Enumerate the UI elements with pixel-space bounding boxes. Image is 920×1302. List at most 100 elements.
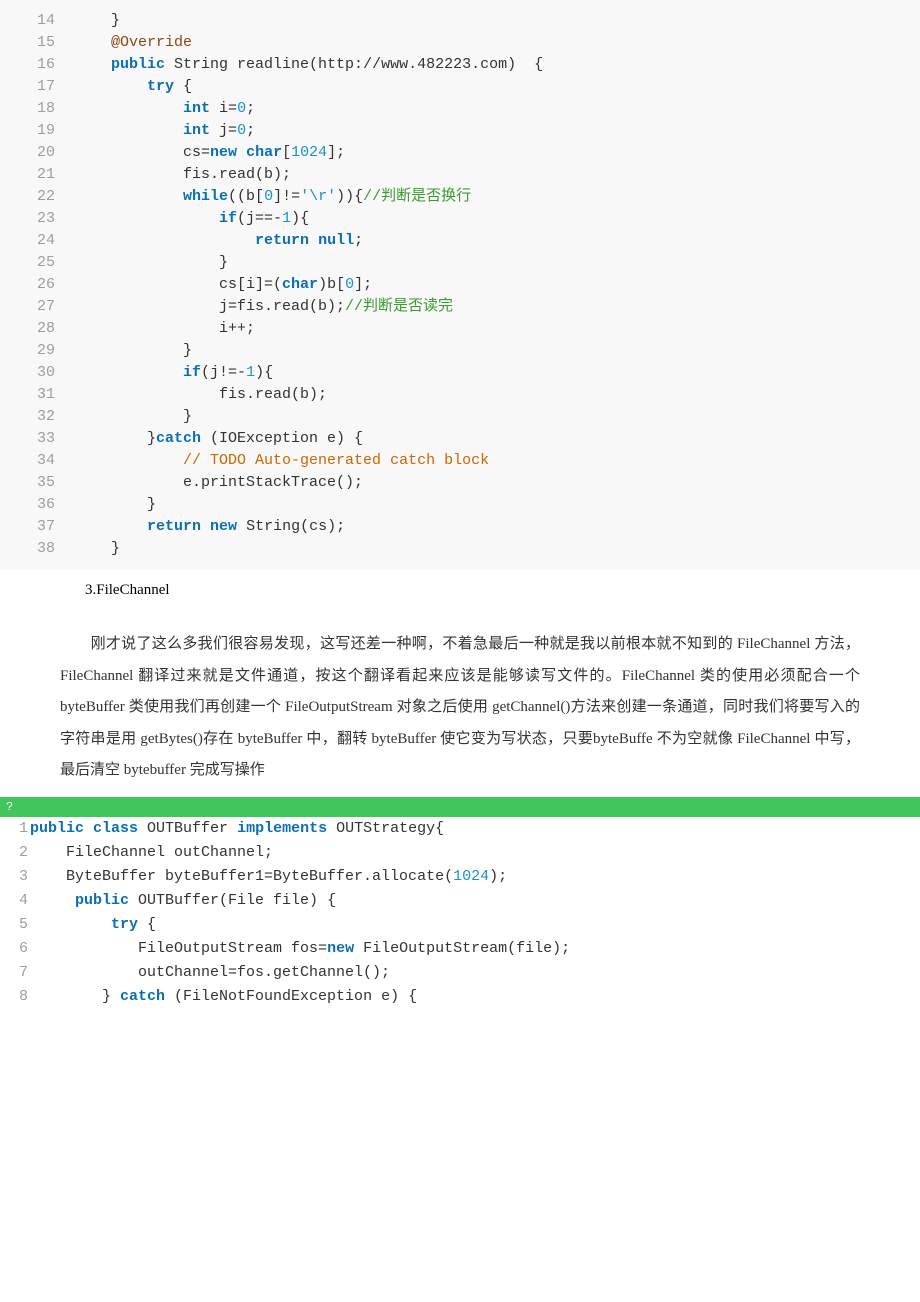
line-number: 23: [0, 208, 75, 230]
line-number: 2: [0, 841, 30, 865]
line-number: 18: [0, 98, 75, 120]
line-number: 33: [0, 428, 75, 450]
code-line: 20 cs=new char[1024];: [0, 142, 920, 164]
line-number: 35: [0, 472, 75, 494]
code-line: 1public class OUTBuffer implements OUTSt…: [0, 817, 920, 841]
code-line: 19 int j=0;: [0, 120, 920, 142]
code-line: 23 if(j==-1){: [0, 208, 920, 230]
line-number: 6: [0, 937, 30, 961]
code-content: try {: [75, 76, 920, 98]
green-separator: ?: [0, 797, 920, 817]
line-number: 4: [0, 889, 30, 913]
code-line: 35 e.printStackTrace();: [0, 472, 920, 494]
line-number: 31: [0, 384, 75, 406]
code-content: outChannel=fos.getChannel();: [30, 961, 920, 985]
code-line: 3 ByteBuffer byteBuffer1=ByteBuffer.allo…: [0, 865, 920, 889]
line-number: 36: [0, 494, 75, 516]
code-content: public class OUTBuffer implements OUTStr…: [30, 817, 920, 841]
code-content: cs=new char[1024];: [75, 142, 920, 164]
code-content: int j=0;: [75, 120, 920, 142]
code-line: 30 if(j!=-1){: [0, 362, 920, 384]
code-content: FileChannel outChannel;: [30, 841, 920, 865]
body-text: 刚才说了这么多我们很容易发现，这写还差一种啊，不着急最后一种就是我以前根本就不知…: [0, 609, 920, 797]
code-content: }: [75, 252, 920, 274]
line-number: 3: [0, 865, 30, 889]
code-content: } catch (FileNotFoundException e) {: [30, 985, 920, 1009]
code-line: 2 FileChannel outChannel;: [0, 841, 920, 865]
code-line: 28 i++;: [0, 318, 920, 340]
code-content: try {: [30, 913, 920, 937]
code-content: i++;: [75, 318, 920, 340]
code-line: 26 cs[i]=(char)b[0];: [0, 274, 920, 296]
line-number: 37: [0, 516, 75, 538]
code-line: 22 while((b[0]!='\r')){//判断是否换行: [0, 186, 920, 208]
code-content: fis.read(b);: [75, 384, 920, 406]
line-number: 29: [0, 340, 75, 362]
line-number: 26: [0, 274, 75, 296]
code-line: 16 public String readline(http://www.482…: [0, 54, 920, 76]
code-line: 5 try {: [0, 913, 920, 937]
line-number: 21: [0, 164, 75, 186]
code-line: 4 public OUTBuffer(File file) {: [0, 889, 920, 913]
code-line: 8 } catch (FileNotFoundException e) {: [0, 985, 920, 1009]
code-content: if(j!=-1){: [75, 362, 920, 384]
line-number: 19: [0, 120, 75, 142]
line-number: 7: [0, 961, 30, 985]
code-line: 29 }: [0, 340, 920, 362]
line-number: 34: [0, 450, 75, 472]
code-line: 25 }: [0, 252, 920, 274]
code-line: 32 }: [0, 406, 920, 428]
page-container: 14 }15 @Override16 public String readlin…: [0, 0, 920, 1009]
code-block-1: 14 }15 @Override16 public String readlin…: [0, 0, 920, 570]
line-number: 8: [0, 985, 30, 1009]
line-number: 17: [0, 76, 75, 98]
code-content: fis.read(b);: [75, 164, 920, 186]
code-content: @Override: [75, 32, 920, 54]
code-content: return null;: [75, 230, 920, 252]
code-line: 37 return new String(cs);: [0, 516, 920, 538]
code-content: j=fis.read(b);//判断是否读完: [75, 296, 920, 318]
code-content: }: [75, 494, 920, 516]
line-number: 38: [0, 538, 75, 560]
code-content: e.printStackTrace();: [75, 472, 920, 494]
code-content: return new String(cs);: [75, 516, 920, 538]
code-line: 36 }: [0, 494, 920, 516]
code-line: 21 fis.read(b);: [0, 164, 920, 186]
code-content: FileOutputStream fos=new FileOutputStrea…: [30, 937, 920, 961]
line-number: 22: [0, 186, 75, 208]
code-content: ByteBuffer byteBuffer1=ByteBuffer.alloca…: [30, 865, 920, 889]
code-content: if(j==-1){: [75, 208, 920, 230]
code-line: 34 // TODO Auto-generated catch block: [0, 450, 920, 472]
code-line: 38 }: [0, 538, 920, 560]
code-line: 6 FileOutputStream fos=new FileOutputStr…: [0, 937, 920, 961]
code-line: 14 }: [0, 10, 920, 32]
code-line: 18 int i=0;: [0, 98, 920, 120]
code-line: 33 }catch (IOException e) {: [0, 428, 920, 450]
section-title: 3.FileChannel: [0, 582, 920, 599]
code-line: 17 try {: [0, 76, 920, 98]
line-number: 15: [0, 32, 75, 54]
code-content: public OUTBuffer(File file) {: [30, 889, 920, 913]
code-content: }: [75, 340, 920, 362]
code-content: public String readline(http://www.482223…: [75, 54, 920, 76]
code-content: }catch (IOException e) {: [75, 428, 920, 450]
line-number: 5: [0, 913, 30, 937]
code-content: // TODO Auto-generated catch block: [75, 450, 920, 472]
code-block-2: 1public class OUTBuffer implements OUTSt…: [0, 817, 920, 1009]
line-number: 16: [0, 54, 75, 76]
code-line: 27 j=fis.read(b);//判断是否读完: [0, 296, 920, 318]
line-number: 20: [0, 142, 75, 164]
line-number: 27: [0, 296, 75, 318]
line-number: 30: [0, 362, 75, 384]
code-content: while((b[0]!='\r')){//判断是否换行: [75, 186, 920, 208]
code-content: }: [75, 406, 920, 428]
code-content: cs[i]=(char)b[0];: [75, 274, 920, 296]
line-number: 14: [0, 10, 75, 32]
line-number: 1: [0, 817, 30, 841]
code-content: }: [75, 10, 920, 32]
line-number: 32: [0, 406, 75, 428]
code-content: int i=0;: [75, 98, 920, 120]
line-number: 28: [0, 318, 75, 340]
code-line: 24 return null;: [0, 230, 920, 252]
code-content: }: [75, 538, 920, 560]
